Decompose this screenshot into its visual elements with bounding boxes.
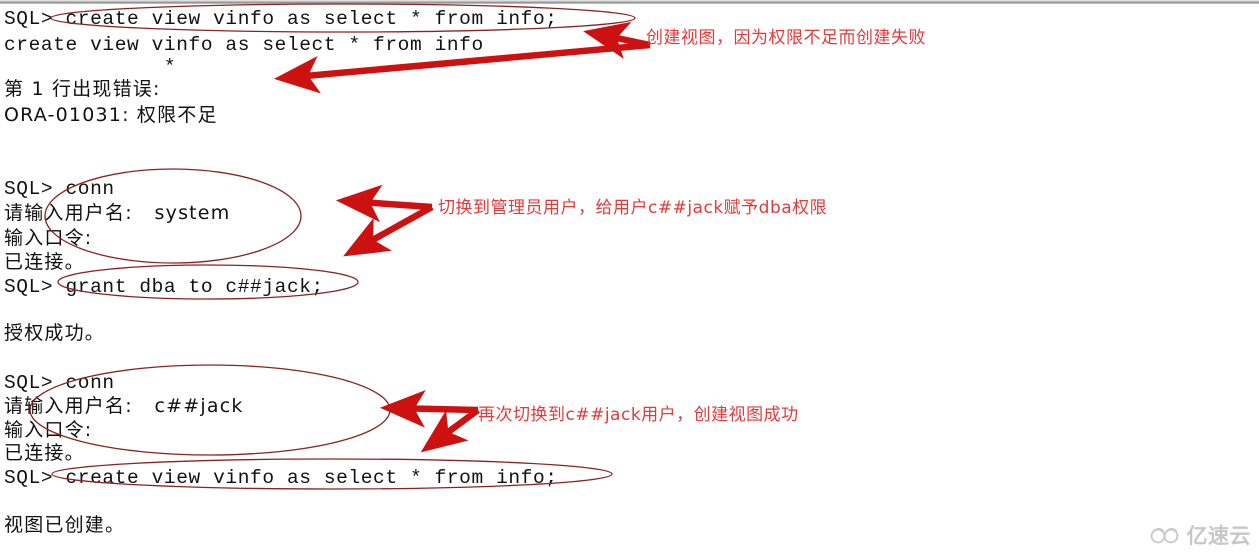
console-line: ORA-01031: 权限不足 (4, 104, 218, 126)
arrow-to-grant-dba (343, 204, 434, 257)
annotation-label-create-failed: 创建视图，因为权限不足而创建失败 (646, 28, 926, 48)
console-line: 视图已创建。 (4, 514, 126, 536)
console-line: create view vinfo as select * from info (4, 34, 484, 56)
watermark-text: 亿速云 (1186, 524, 1251, 548)
console-line: * (4, 56, 177, 78)
console-line: SQL> create view vinfo as select * from … (4, 8, 558, 30)
console-line: 输入口令: (4, 419, 93, 441)
cloud-icon (1150, 528, 1178, 544)
arrow-to-conn-system (335, 184, 433, 223)
console-line: 请输入用户名: c##jack (4, 395, 244, 417)
console-line: 已连接。 (4, 442, 85, 464)
console-line: 请输入用户名: system (4, 202, 231, 224)
arrow-to-create-view-2 (420, 407, 480, 453)
screenshot-canvas: SQL> create view vinfo as select * from … (0, 0, 1259, 556)
arrow-to-create-view-1 (583, 21, 651, 59)
ink-arrows (273, 21, 651, 453)
console-line: 输入口令: (4, 227, 93, 249)
console-line: SQL> create view vinfo as select * from … (4, 467, 558, 489)
arrow-to-conn-jack (379, 389, 479, 428)
console-line: SQL> grant dba to c##jack; (4, 276, 324, 298)
console-line: SQL> conn (4, 372, 115, 394)
watermark: 亿速云 (1149, 520, 1252, 550)
annotation-label-switch-back: 再次切换到c##jack用户，创建视图成功 (478, 405, 799, 425)
console-line: 第 1 行出现错误: (4, 78, 161, 100)
window-edge-strip (0, 0, 1259, 4)
console-line: 已连接。 (4, 251, 85, 273)
annotation-label-switch-admin: 切换到管理员用户，给用户c##jack赋予dba权限 (438, 198, 828, 218)
console-line: 授权成功。 (4, 322, 106, 344)
console-line: SQL> conn (4, 178, 115, 200)
